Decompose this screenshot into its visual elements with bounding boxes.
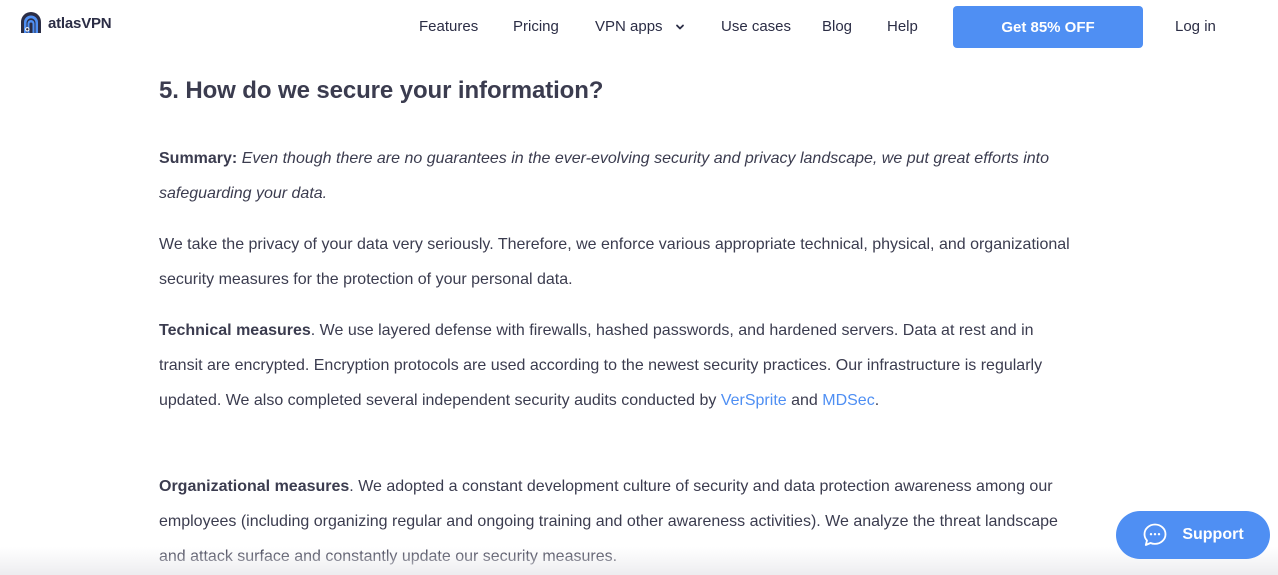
period-text: . <box>874 392 880 409</box>
intro-paragraph: We take the privacy of your data very se… <box>159 236 1070 288</box>
chevron-down-icon <box>675 24 684 29</box>
nav-blog[interactable]: Blog <box>822 18 852 35</box>
summary-text: Even though there are no guarantees in t… <box>159 150 1049 202</box>
versprite-link[interactable]: VerSprite <box>721 392 787 409</box>
organizational-measures-paragraph: Organizational measures. We adopted a co… <box>159 469 1079 574</box>
chat-bubble-icon <box>1143 523 1167 546</box>
section-heading: 5. How do we secure your information? <box>159 77 604 104</box>
atlasvpn-logo-icon <box>21 12 41 33</box>
support-label: Support <box>1182 526 1244 543</box>
nav-features[interactable]: Features <box>419 18 478 35</box>
nav-vpn-apps-label: VPN apps <box>595 18 663 35</box>
summary-paragraph: Summary: Even though there are no guaran… <box>159 141 1079 211</box>
logo-text: atlasVPN <box>48 14 112 32</box>
nav-use-cases[interactable]: Use cases <box>721 18 791 35</box>
organizational-measures-label: Organizational measures <box>159 478 350 495</box>
summary-label: Summary: <box>159 150 238 167</box>
site-header: atlasVPN Features Pricing VPN apps Use c… <box>0 0 1278 54</box>
login-link[interactable]: Log in <box>1175 18 1216 35</box>
connector-text: and <box>786 392 823 409</box>
nav-help[interactable]: Help <box>887 18 918 35</box>
technical-measures-label: Technical measures <box>159 322 311 339</box>
get-discount-button[interactable]: Get 85% OFF <box>953 6 1143 48</box>
nav-vpn-apps[interactable]: VPN apps <box>595 18 685 35</box>
nav-pricing[interactable]: Pricing <box>513 18 559 35</box>
mdsec-link[interactable]: MDSec <box>822 392 874 409</box>
technical-measures-paragraph: Technical measures. We use layered defen… <box>159 313 1079 418</box>
support-chat-button[interactable]: Support <box>1116 511 1270 559</box>
logo-link[interactable]: atlasVPN <box>19 11 112 35</box>
